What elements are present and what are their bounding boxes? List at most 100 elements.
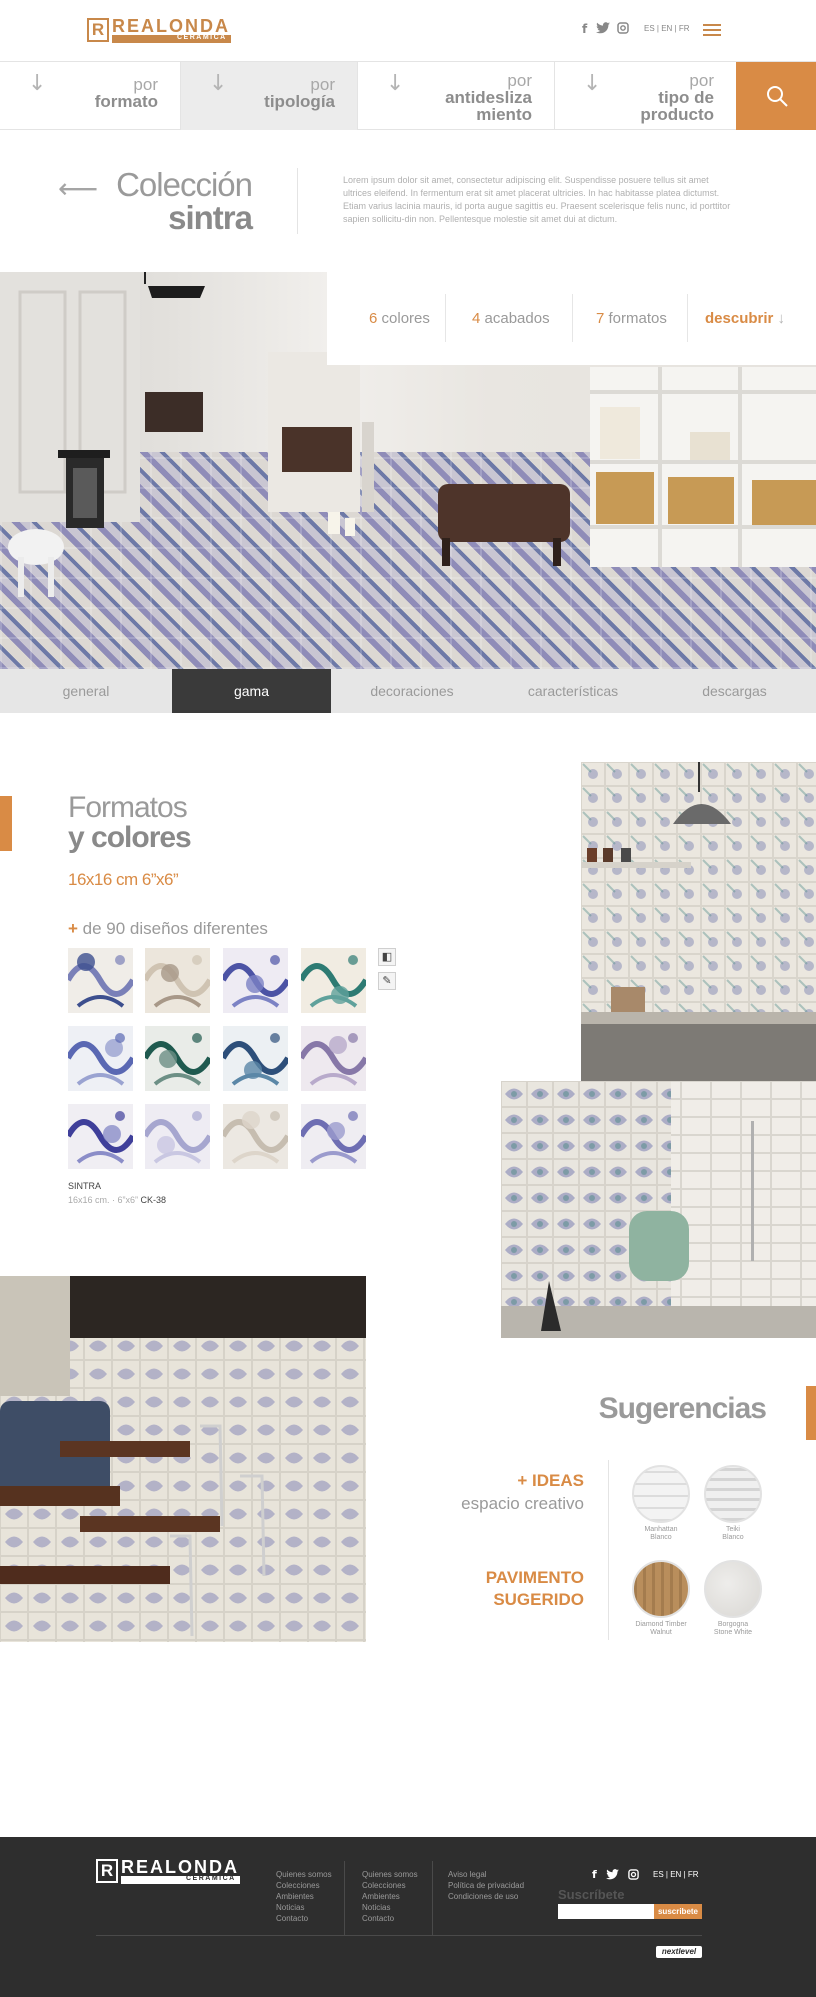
collection-description: Lorem ipsum dolor sit amet, consectetur … bbox=[343, 175, 731, 224]
suggestion-label: Manhattan Blanco bbox=[644, 1526, 678, 1541]
logo-sub: CERAMICA bbox=[177, 34, 227, 41]
footer-links-3: Aviso legal Política de privacidad Condi… bbox=[448, 1869, 524, 1902]
down-arrow-icon: ↓ bbox=[28, 71, 47, 96]
pavimento-heading-2: SUGERIDO bbox=[493, 1590, 584, 1609]
footer-links-2: Quienes somos Colecciones Ambientes Noti… bbox=[362, 1869, 418, 1924]
footer-link[interactable]: Contacto bbox=[276, 1913, 332, 1924]
tile-swatch[interactable] bbox=[223, 1104, 288, 1169]
footer-link[interactable]: Colecciones bbox=[362, 1880, 418, 1891]
suggestion-manhattan-blanco[interactable] bbox=[632, 1465, 690, 1523]
language-switcher[interactable]: ES | EN | FR bbox=[644, 24, 690, 34]
down-arrow-icon: ↓ bbox=[583, 71, 602, 96]
collection-title: Colección sintra bbox=[116, 166, 253, 236]
accent-bar bbox=[806, 1386, 816, 1440]
tile-swatch[interactable] bbox=[301, 1026, 366, 1091]
tab-descargas[interactable]: descargas bbox=[653, 669, 816, 713]
search-button[interactable] bbox=[736, 62, 816, 130]
ideas-heading: + IDEAS bbox=[517, 1471, 584, 1490]
filter-por-antideslizamiento[interactable]: ↓ por antidesliza miento bbox=[358, 62, 555, 130]
tile-swatch[interactable] bbox=[68, 1026, 133, 1091]
tile-swatch[interactable] bbox=[68, 1104, 133, 1169]
site-footer: R REALONDA CERAMICA Quienes somos Colecc… bbox=[0, 1837, 816, 1997]
tile-swatch[interactable] bbox=[145, 1104, 210, 1169]
tab-caracteristicas[interactable]: características bbox=[493, 669, 653, 713]
filter-por-formato[interactable]: ↓ por formato bbox=[0, 62, 181, 130]
tile-swatch[interactable] bbox=[145, 1026, 210, 1091]
pavimento-heading: PAVIMENTO bbox=[485, 1568, 584, 1587]
footer-link[interactable]: Condiciones de uso bbox=[448, 1891, 524, 1902]
footer-logo[interactable]: R REALONDA CERAMICA bbox=[96, 1857, 240, 1884]
footer-link[interactable]: Colecciones bbox=[276, 1880, 332, 1891]
site-header: R REALONDA CERAMICA f ES | EN | FR bbox=[0, 0, 816, 62]
logo-mark-icon: R bbox=[96, 1859, 118, 1883]
tile-swatch[interactable] bbox=[223, 1026, 288, 1091]
footer-links-1: Quienes somos Colecciones Ambientes Noti… bbox=[276, 1869, 332, 1924]
collection-tabs: general gama decoraciones característica… bbox=[0, 669, 816, 713]
detail-view-icon[interactable]: ✎ bbox=[378, 972, 396, 990]
footer-link[interactable]: Contacto bbox=[362, 1913, 418, 1924]
twitter-icon[interactable] bbox=[606, 1869, 619, 1883]
tab-general[interactable]: general bbox=[0, 669, 172, 713]
suggestion-borgogna-stone-white[interactable] bbox=[704, 1560, 762, 1618]
twitter-icon[interactable] bbox=[596, 22, 610, 37]
suggestion-teiki-blanco[interactable] bbox=[704, 1465, 762, 1523]
descubrir-link[interactable]: descubrir ↓ bbox=[705, 310, 785, 328]
stat-acabados[interactable]: 4 acabados bbox=[472, 310, 550, 328]
divider bbox=[297, 168, 298, 234]
divider bbox=[608, 1460, 609, 1640]
designs-count: + de 90 diseños diferentes bbox=[68, 919, 268, 938]
footer-link[interactable]: Noticias bbox=[276, 1902, 332, 1913]
footer-link[interactable]: Noticias bbox=[362, 1902, 418, 1913]
product-name: SINTRA bbox=[68, 1181, 102, 1191]
down-arrow-icon: ↓ bbox=[386, 71, 405, 96]
stat-formatos[interactable]: 7 formatos bbox=[596, 310, 667, 328]
filter-por-tipologia[interactable]: ↓ por tipología bbox=[181, 62, 358, 130]
accent-bar bbox=[0, 796, 12, 851]
instagram-icon[interactable] bbox=[617, 22, 629, 37]
logo[interactable]: R REALONDA CERAMICA bbox=[87, 16, 231, 43]
ambient-view-icon[interactable]: ◧ bbox=[378, 948, 396, 966]
footer-link[interactable]: Quienes somos bbox=[362, 1869, 418, 1880]
tile-swatch[interactable] bbox=[223, 948, 288, 1013]
language-switcher[interactable]: ES | EN | FR bbox=[653, 1870, 699, 1880]
section-title: Formatos y colores bbox=[68, 791, 192, 854]
tab-gama[interactable]: gama bbox=[172, 669, 331, 713]
ideas-subheading: espacio creativo bbox=[461, 1494, 584, 1513]
divider bbox=[96, 1935, 702, 1936]
footer-link[interactable]: Quienes somos bbox=[276, 1869, 332, 1880]
credit-badge[interactable]: nextlevel bbox=[656, 1946, 702, 1958]
product-meta: 16x16 cm. · 6”x6” CK-38 bbox=[68, 1195, 167, 1205]
down-arrow-icon: ↓ bbox=[777, 310, 786, 327]
subscribe-button[interactable]: suscribete bbox=[654, 1904, 702, 1919]
back-arrow-icon[interactable]: ⟵ bbox=[58, 174, 98, 204]
down-arrow-icon: ↓ bbox=[209, 71, 228, 96]
tile-swatch[interactable] bbox=[145, 948, 210, 1013]
stat-colores[interactable]: 6 colores bbox=[369, 310, 430, 328]
footer-link[interactable]: Política de privacidad bbox=[448, 1880, 524, 1891]
footer-link[interactable]: Aviso legal bbox=[448, 1869, 524, 1880]
tile-swatch[interactable] bbox=[301, 948, 366, 1013]
tile-swatch[interactable] bbox=[301, 1104, 366, 1169]
filter-por-tipo-de-producto[interactable]: ↓ por tipo de producto bbox=[555, 62, 736, 130]
suggestion-label: Teiki Blanco bbox=[722, 1526, 744, 1541]
filter-bar: ↓ por formato ↓ por tipología ↓ por antides… bbox=[0, 62, 816, 130]
hamburger-menu-icon[interactable] bbox=[703, 24, 721, 36]
suggestion-label: Borgogna Stone White bbox=[713, 1621, 753, 1636]
suggestion-diamond-timber-walnut[interactable] bbox=[632, 1560, 690, 1618]
footer-link[interactable]: Ambientes bbox=[276, 1891, 332, 1902]
subscribe-email-input[interactable] bbox=[558, 1904, 654, 1919]
facebook-icon[interactable]: f bbox=[592, 1868, 597, 1881]
suggestion-label: Diamond Timber Walnut bbox=[635, 1621, 687, 1636]
search-icon bbox=[767, 86, 788, 107]
tab-decoraciones[interactable]: decoraciones bbox=[331, 669, 493, 713]
collection-stats: 6 colores 4 acabados 7 formatos descubri… bbox=[327, 272, 816, 365]
instagram-icon[interactable] bbox=[628, 1869, 639, 1883]
tile-swatch[interactable] bbox=[68, 948, 133, 1013]
logo-mark-icon: R bbox=[87, 18, 109, 42]
subscribe-label: Suscríbete bbox=[558, 1887, 625, 1902]
suggestions-title: Sugerencias bbox=[598, 1392, 767, 1425]
facebook-icon[interactable]: f bbox=[582, 22, 587, 36]
bathroom-photo bbox=[501, 1081, 816, 1338]
kitchen-photo bbox=[581, 762, 816, 1082]
footer-link[interactable]: Ambientes bbox=[362, 1891, 418, 1902]
